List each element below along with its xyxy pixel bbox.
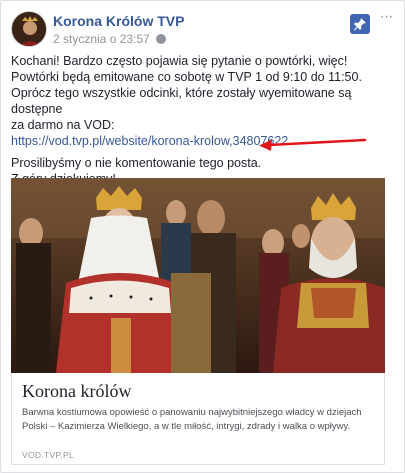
vod-link[interactable]: https://vod.tvp.pl/website/korona-krolow… [11,134,288,148]
link-preview-image[interactable] [11,178,385,373]
link-preview-domain: VOD.TVP.PL [22,450,74,460]
link-preview[interactable]: Korona królów Barwna kostiumowa opowieść… [11,373,385,465]
facebook-post-card: Korona Królów TVP 2 stycznia o 23:57 ···… [0,0,405,473]
globe-icon [156,34,167,44]
post-line: Powtórki będą emitowane co sobotę w TVP … [11,70,362,84]
page-name-link[interactable]: Korona Królów TVP [53,13,184,29]
post-line: Prosilibyśmy o nie komentowanie tego pos… [11,156,262,170]
series-still-image [11,178,385,373]
post-header: Korona Królów TVP 2 stycznia o 23:57 ··· [11,9,396,47]
post-line: Kochani! Bardzo często pojawia się pytan… [11,54,348,68]
post-line: Oprócz tego wszystkie odcinki, które zos… [11,86,352,116]
more-options-icon[interactable]: ··· [377,9,395,25]
link-preview-description: Barwna kostiumowa opowieść o panowaniu n… [22,407,362,432]
link-preview-title[interactable]: Korona królów [22,381,131,402]
page-avatar[interactable] [11,11,47,47]
pin-button[interactable] [350,14,370,34]
red-arrow-icon [259,138,367,151]
pin-icon [353,18,366,31]
post-meta: 2 stycznia o 23:57 [53,32,167,46]
post-line: za darmo na VOD: [11,118,115,132]
post-body: Kochani! Bardzo często pojawia się pytan… [11,53,391,187]
avatar-image [12,12,46,46]
post-timestamp[interactable]: 2 stycznia o 23:57 [53,32,150,46]
